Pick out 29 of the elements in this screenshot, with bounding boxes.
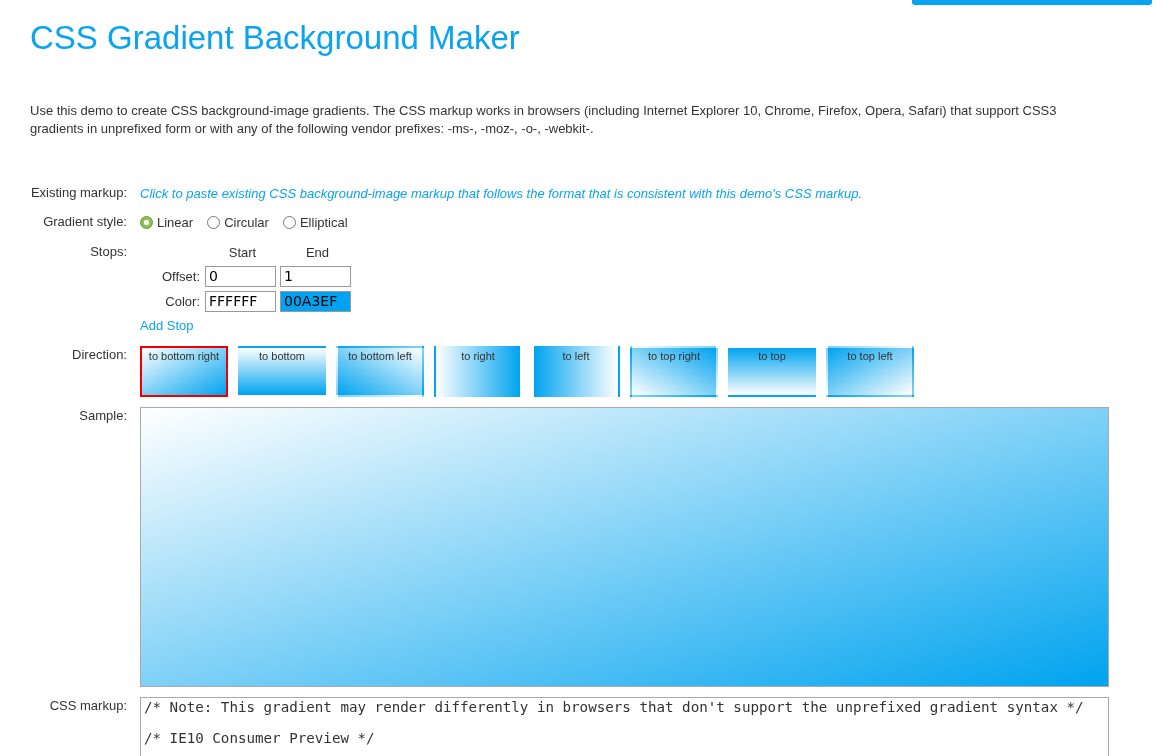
column-heading: End (304, 243, 331, 262)
color-field[interactable]: FFFFFF (205, 291, 276, 313)
field-label: Color: (164, 292, 201, 311)
direction-tile[interactable]: to bottom right (140, 345, 228, 397)
css-markup-box[interactable]: /* Note: This gradient may render differently in browsers that don't support the unprefixed gradient syntax */ /* IE10 Consumer Preview */ (140, 696, 1109, 756)
field-label: Offset: (160, 267, 201, 286)
direction-tile[interactable]: to top right (630, 345, 718, 397)
direction-tile[interactable]: to bottom left (336, 345, 424, 397)
offset-field[interactable]: 1 (280, 266, 351, 288)
offset-field[interactable]: 0 (205, 266, 276, 288)
description: Use this demo to create CSS background-image gradients. The CSS markup works in browsers (including Internet Explorer 10, Chrome, Firefox, Opera, Safari) that support CSS3 gradients in unprefixed form or with any of the following vendor prefixes: -ms-, -moz-, -o-, -webkit-. (30, 101, 1058, 138)
radio-option[interactable]: Elliptical (282, 213, 348, 233)
radio-option[interactable]: Linear (140, 213, 194, 233)
direction-tile[interactable]: to bottom (238, 345, 326, 397)
field-label: Existing markup: (30, 183, 127, 202)
page-title: CSS Gradient Background Maker (30, 18, 521, 58)
direction-tile[interactable]: to right (434, 345, 522, 397)
field-label: Gradient style: (42, 213, 127, 232)
field-label: Stops: (89, 242, 127, 261)
field-label: Direction: (71, 345, 127, 364)
color-field[interactable]: 00A3EF (280, 291, 351, 313)
field-label: CSS markup: (48, 696, 127, 715)
radio-option[interactable]: Circular (207, 213, 269, 233)
direction-tile[interactable]: to top left (826, 345, 914, 397)
field-label: Sample: (78, 406, 127, 425)
direction-tile[interactable]: to top (728, 345, 816, 397)
column-heading: Start (227, 243, 258, 262)
direction-tile[interactable]: to left (532, 345, 620, 397)
header-tab[interactable] (912, 0, 1152, 5)
